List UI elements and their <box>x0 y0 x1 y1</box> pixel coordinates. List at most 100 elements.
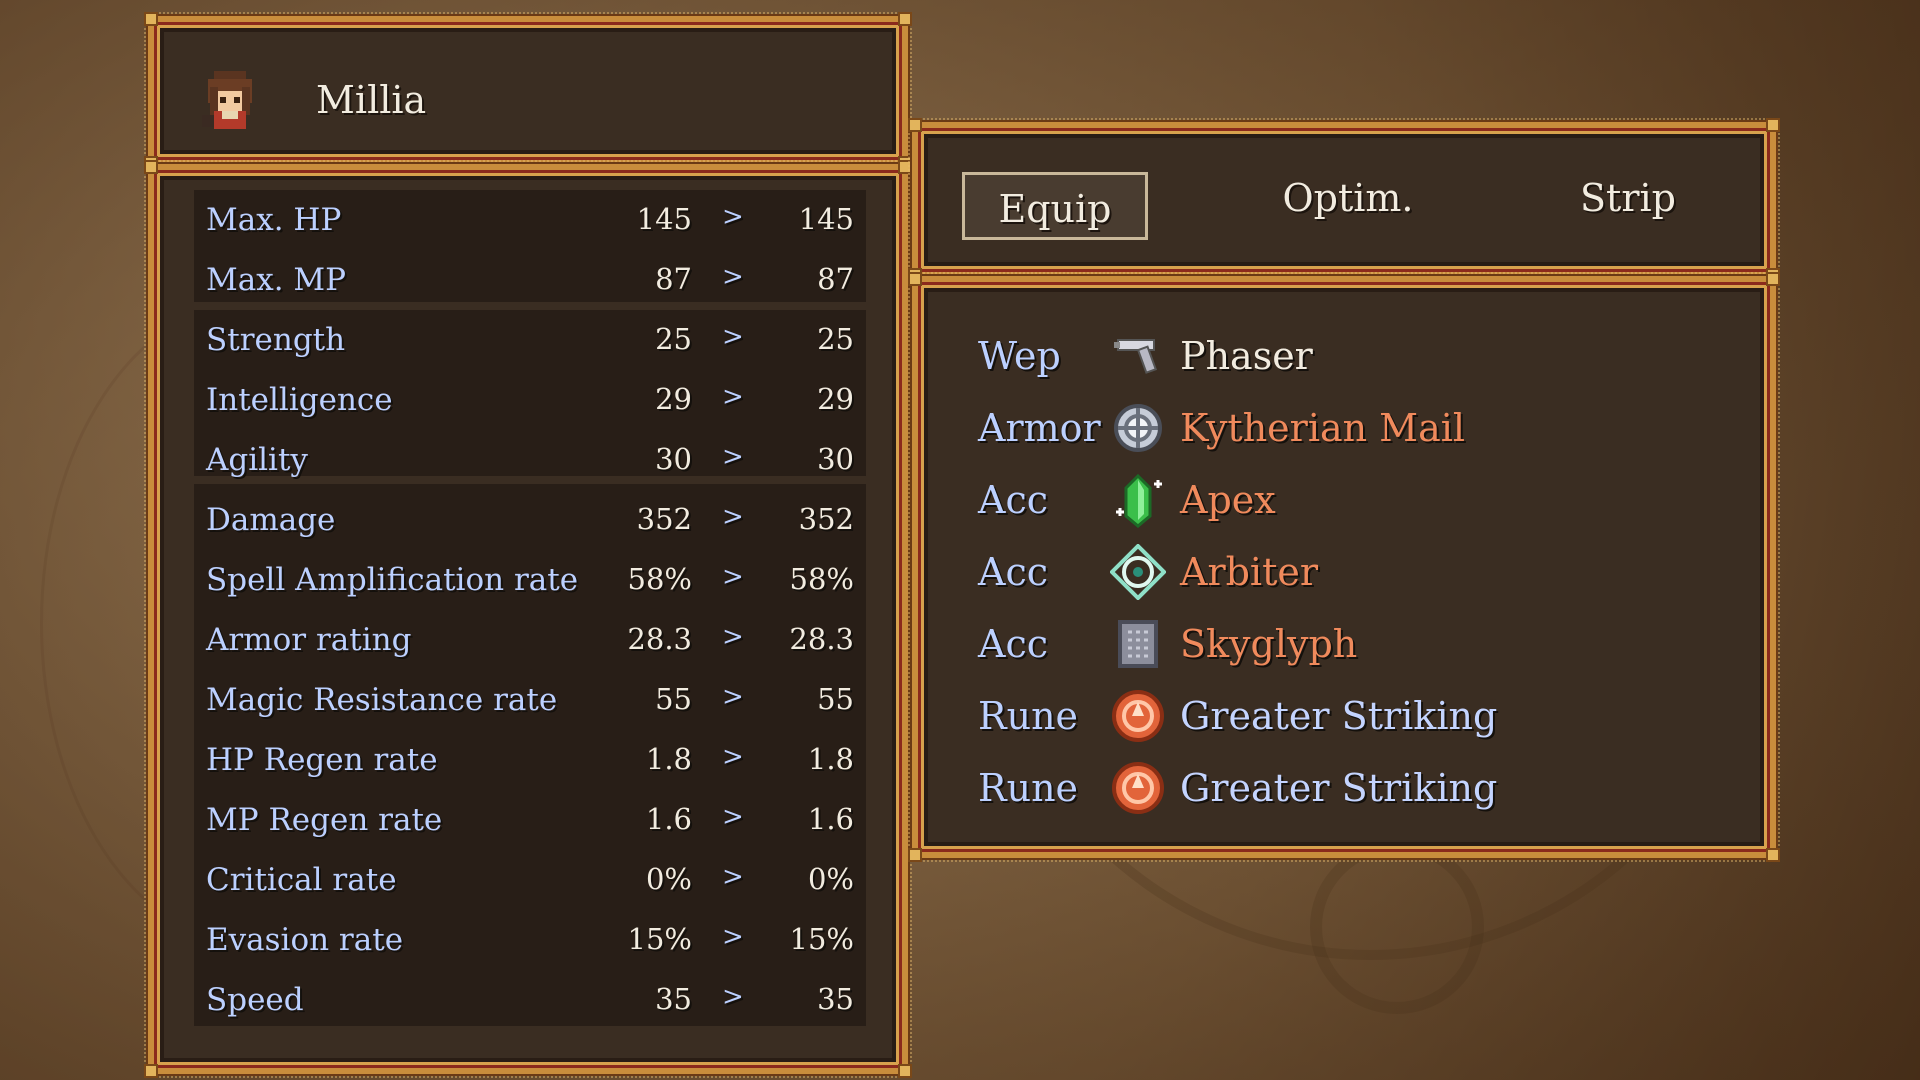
stat-current-value: 15% <box>627 922 692 956</box>
stat-label: MP Regen rate <box>206 802 443 838</box>
stat-row: Agility 30 >30 <box>194 430 866 490</box>
stat-row: Speed 35 >35 <box>194 970 866 1030</box>
slot-type-label: Rune <box>978 694 1079 738</box>
stat-label: Evasion rate <box>206 922 404 958</box>
stat-arrow: > <box>722 682 744 712</box>
stat-row: HP Regen rate 1.8 >1.8 <box>194 730 866 790</box>
target-sigil-icon <box>1109 543 1167 601</box>
stat-new-value: 28.3 <box>789 622 854 656</box>
slot-type-label: Armor <box>978 406 1101 450</box>
stat-label: Speed <box>206 982 304 1018</box>
stat-current-value: 29 <box>655 382 692 416</box>
equipment-slot-row[interactable]: Acc Skyglyph <box>918 610 1782 676</box>
character-portrait-icon <box>202 71 252 129</box>
stat-arrow: > <box>722 622 744 652</box>
stat-new-value: 58% <box>789 562 854 596</box>
equipment-slot-row[interactable]: Armor Kytherian Mail <box>918 394 1782 460</box>
stat-label: Magic Resistance rate <box>206 682 558 718</box>
stat-new-value: 55 <box>817 682 854 716</box>
stat-current-value: 30 <box>655 442 692 476</box>
stat-row: MP Regen rate 1.6 >1.6 <box>194 790 866 850</box>
stat-new-value: 15% <box>789 922 854 956</box>
stat-row: Armor rating 28.3 >28.3 <box>194 610 866 670</box>
stat-current-value: 352 <box>636 502 692 536</box>
stat-arrow: > <box>722 322 744 352</box>
stat-row: Critical rate 0% >0% <box>194 850 866 910</box>
stat-current-value: 35 <box>655 982 692 1016</box>
slot-type-label: Acc <box>978 478 1049 522</box>
stat-row: Intelligence 29 >29 <box>194 370 866 430</box>
rune-icon <box>1110 760 1166 816</box>
equipped-item-name: Arbiter <box>1180 550 1319 594</box>
slot-type-label: Wep <box>978 334 1061 378</box>
stat-label: Armor rating <box>206 622 412 658</box>
slot-type-label: Rune <box>978 766 1079 810</box>
optimize-command[interactable]: Optim. <box>1228 176 1468 220</box>
stat-arrow: > <box>722 742 744 772</box>
stat-new-value: 30 <box>817 442 854 476</box>
stat-label: Max. MP <box>206 262 347 298</box>
equipped-item-name: Skyglyph <box>1180 622 1358 666</box>
armor-orb-icon <box>1110 400 1166 456</box>
stat-row: Damage 352 >352 <box>194 490 866 550</box>
background-rune-ring <box>1310 840 1484 1014</box>
equipped-item-name: Phaser <box>1180 334 1313 378</box>
stat-current-value: 1.6 <box>645 802 692 836</box>
stat-new-value: 145 <box>798 202 854 236</box>
stat-arrow: > <box>722 922 744 952</box>
stat-arrow: > <box>722 262 744 292</box>
stat-arrow: > <box>722 562 744 592</box>
stat-new-value: 352 <box>798 502 854 536</box>
stat-new-value: 87 <box>817 262 854 296</box>
slot-type-label: Acc <box>978 622 1049 666</box>
equipment-slot-window: Wep Phaser Armor Kytherian Mail Acc Apex Acc Ar… <box>908 272 1780 862</box>
strip-command[interactable]: Strip <box>1508 176 1748 220</box>
stat-row: Max. HP 145 >145 <box>194 190 866 250</box>
stat-new-value: 1.8 <box>807 742 854 776</box>
stat-current-value: 0% <box>645 862 692 896</box>
equip-command[interactable]: Equip <box>962 172 1148 240</box>
stat-arrow: > <box>722 802 744 832</box>
stat-row: Evasion rate 15% >15% <box>194 910 866 970</box>
stat-label: Agility <box>206 442 308 478</box>
stat-current-value: 1.8 <box>645 742 692 776</box>
stat-arrow: > <box>722 502 744 532</box>
equipment-slot-row[interactable]: Rune Greater Striking <box>918 682 1782 748</box>
stat-new-value: 1.6 <box>807 802 854 836</box>
stat-label: Damage <box>206 502 336 538</box>
stat-arrow: > <box>722 382 744 412</box>
stat-row: Strength 25 >25 <box>194 310 866 370</box>
stat-new-value: 35 <box>817 982 854 1016</box>
equipped-item-name: Greater Striking <box>1180 694 1498 738</box>
stat-new-value: 29 <box>817 382 854 416</box>
stat-row: Spell Amplification rate 58% >58% <box>194 550 866 610</box>
equipped-item-name: Greater Striking <box>1180 766 1498 810</box>
equipped-item-name: Kytherian Mail <box>1180 406 1466 450</box>
stat-label: Spell Amplification rate <box>206 562 579 598</box>
stat-row: Magic Resistance rate 55 >55 <box>194 670 866 730</box>
stat-current-value: 58% <box>627 562 692 596</box>
stat-current-value: 87 <box>655 262 692 296</box>
green-crystal-icon <box>1110 472 1166 528</box>
equip-command-window: Equip Optim. Strip <box>908 118 1780 282</box>
character-name-window: Millia <box>144 12 912 170</box>
stat-current-value: 145 <box>636 202 692 236</box>
equipped-item-name: Apex <box>1180 478 1276 522</box>
slot-type-label: Acc <box>978 550 1049 594</box>
stat-label: Strength <box>206 322 346 358</box>
stat-arrow: > <box>722 442 744 472</box>
stat-new-value: 25 <box>817 322 854 356</box>
stat-label: Max. HP <box>206 202 342 238</box>
stat-arrow: > <box>722 202 744 232</box>
equipment-slot-row[interactable]: Acc Arbiter <box>918 538 1782 604</box>
pistol-icon <box>1110 328 1166 384</box>
stat-new-value: 0% <box>807 862 854 896</box>
equipment-slot-row[interactable]: Wep Phaser <box>918 322 1782 388</box>
stat-label: HP Regen rate <box>206 742 438 778</box>
equipment-slot-row[interactable]: Acc Apex <box>918 466 1782 532</box>
stat-arrow: > <box>722 862 744 892</box>
equipment-slot-row[interactable]: Rune Greater Striking <box>918 754 1782 820</box>
stat-label: Critical rate <box>206 862 397 898</box>
stat-current-value: 25 <box>655 322 692 356</box>
stat-current-value: 55 <box>655 682 692 716</box>
